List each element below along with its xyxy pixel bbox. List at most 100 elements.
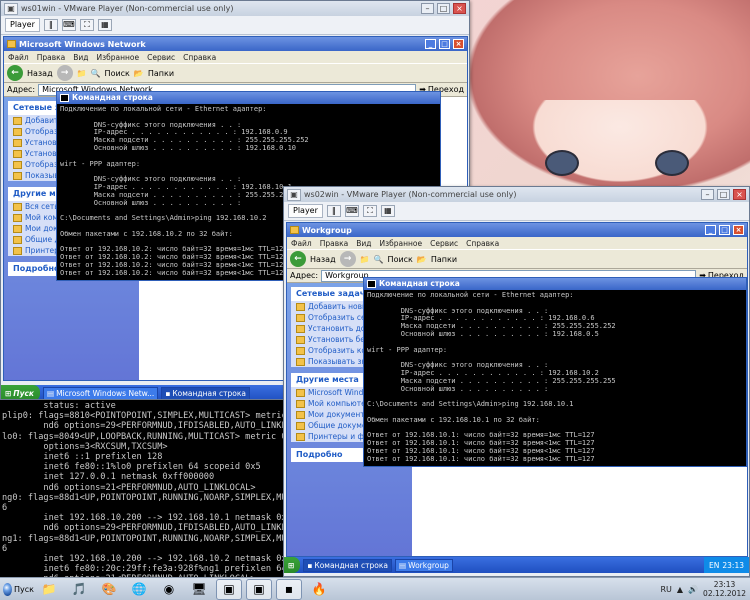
terminal-output[interactable]: status: active plip0: flags=8810<POINTOP… bbox=[0, 400, 283, 577]
close-button[interactable]: × bbox=[453, 3, 466, 14]
pause-icon[interactable]: ‖ bbox=[43, 19, 58, 31]
vm-titlebar[interactable]: ▣ ws02win - VMware Player (Non-commercia… bbox=[284, 187, 749, 202]
minimize-button[interactable]: _ bbox=[705, 225, 716, 235]
menu-edit[interactable]: Правка bbox=[37, 53, 66, 62]
minimize-button[interactable]: _ bbox=[425, 39, 436, 49]
firefox-icon[interactable]: 🔥 bbox=[306, 579, 332, 600]
fullscreen-icon[interactable]: ⛶ bbox=[362, 205, 377, 217]
taskbar-button[interactable]: ▤ Workgroup bbox=[395, 558, 453, 572]
cmd-titlebar[interactable]: Командная строка bbox=[364, 278, 746, 290]
clock[interactable]: 23:13 bbox=[722, 561, 744, 570]
folders-icon[interactable]: 📂 bbox=[134, 69, 144, 78]
minimize-button[interactable]: – bbox=[701, 189, 714, 200]
clock[interactable]: 23:13 02.12.2012 bbox=[703, 580, 746, 598]
cmd-title: Командная строка bbox=[379, 279, 460, 288]
vm-window-ws02[interactable]: ▣ ws02win - VMware Player (Non-commercia… bbox=[283, 186, 750, 577]
menu-help[interactable]: Справка bbox=[183, 53, 216, 62]
language-indicator[interactable]: EN bbox=[709, 561, 719, 570]
cmd-icon[interactable]: ▪ bbox=[276, 578, 302, 600]
clock-date: 02.12.2012 bbox=[703, 589, 746, 598]
menu-file[interactable]: Файл bbox=[291, 239, 312, 248]
taskbar-button[interactable]: ▪ Командная строка bbox=[161, 386, 250, 399]
pause-icon[interactable]: ‖ bbox=[326, 205, 341, 217]
search-icon[interactable]: 🔍 bbox=[374, 255, 384, 264]
back-arrow-icon[interactable]: ← bbox=[7, 65, 23, 81]
maximize-button[interactable]: □ bbox=[437, 3, 450, 14]
chrome-icon[interactable]: ◉ bbox=[156, 579, 182, 600]
paint-icon[interactable]: 🎨 bbox=[96, 579, 122, 600]
folders-button[interactable]: Папки bbox=[431, 255, 457, 264]
folder-icon[interactable]: 📁 bbox=[36, 579, 62, 600]
menu-bar: Файл Правка Вид Избранное Сервис Справка bbox=[287, 237, 747, 249]
search-button[interactable]: Поиск bbox=[388, 255, 413, 264]
vmware-icon[interactable]: ▣ bbox=[216, 578, 242, 600]
back-button[interactable]: Назад bbox=[310, 255, 336, 264]
globe-icon[interactable]: 🌐 bbox=[126, 579, 152, 600]
forward-arrow-icon[interactable]: → bbox=[339, 251, 356, 267]
folder-icon bbox=[13, 235, 22, 244]
fullscreen-icon[interactable]: ⛶ bbox=[79, 19, 94, 31]
menu-view[interactable]: Вид bbox=[73, 53, 88, 62]
folders-button[interactable]: Папки bbox=[148, 69, 174, 78]
send-ctrl-alt-del-icon[interactable]: ⌨ bbox=[344, 205, 359, 217]
folder-icon bbox=[296, 421, 305, 430]
player-menu-button[interactable]: Player bbox=[288, 204, 323, 218]
network-icon bbox=[13, 138, 22, 147]
menu-tools[interactable]: Сервис bbox=[147, 53, 175, 62]
explorer-titlebar[interactable]: Microsoft Windows Network _ □ × bbox=[4, 37, 467, 51]
cmd-titlebar[interactable]: Командная строка bbox=[57, 92, 440, 104]
close-button[interactable]: × bbox=[733, 225, 744, 235]
start-button[interactable]: ⊞ Пуск bbox=[1, 385, 40, 399]
unity-icon[interactable]: ▦ bbox=[380, 205, 395, 217]
close-button[interactable]: × bbox=[733, 189, 746, 200]
search-button[interactable]: Поиск bbox=[105, 69, 130, 78]
maximize-button[interactable]: □ bbox=[439, 39, 450, 49]
host-terminal[interactable]: status: active plip0: flags=8810<POINTOP… bbox=[0, 400, 283, 577]
vm-titlebar[interactable]: ▣ ws01win - VMware Player (Non-commercia… bbox=[1, 1, 469, 16]
media-icon[interactable]: 🎵 bbox=[66, 579, 92, 600]
taskbar-button[interactable]: ▪ Командная строка bbox=[303, 558, 393, 572]
start-button[interactable]: ⊞ bbox=[284, 557, 301, 573]
menu-edit[interactable]: Правка bbox=[320, 239, 349, 248]
network-icon bbox=[296, 335, 305, 344]
cmd-output[interactable]: Подключение по локальной сети - Ethernet… bbox=[364, 290, 746, 466]
menu-view[interactable]: Вид bbox=[356, 239, 371, 248]
network-icon bbox=[13, 116, 22, 125]
maximize-button[interactable]: □ bbox=[717, 189, 730, 200]
address-label: Адрес: bbox=[290, 271, 319, 280]
back-button[interactable]: Назад bbox=[27, 69, 53, 78]
volume-icon[interactable]: 🔊 bbox=[688, 585, 698, 594]
start-button[interactable]: Пуск bbox=[0, 579, 34, 600]
place-label: Вся сеть bbox=[25, 202, 59, 211]
player-menu-button[interactable]: Player bbox=[5, 18, 40, 32]
vmware-icon[interactable]: ▣ bbox=[246, 578, 272, 600]
menu-favorites[interactable]: Избранное bbox=[380, 239, 423, 248]
maximize-button[interactable]: □ bbox=[719, 225, 730, 235]
back-arrow-icon[interactable]: ← bbox=[290, 251, 306, 267]
cmd-window[interactable]: Командная строка Подключение по локально… bbox=[363, 277, 747, 467]
remote-icon[interactable]: 🖥 bbox=[186, 579, 212, 600]
forward-arrow-icon[interactable]: → bbox=[56, 65, 73, 81]
menu-tools[interactable]: Сервис bbox=[430, 239, 458, 248]
cmd-icon bbox=[367, 280, 376, 288]
menu-help[interactable]: Справка bbox=[466, 239, 499, 248]
network-tray-icon[interactable]: ▲ bbox=[677, 585, 683, 594]
minimize-button[interactable]: – bbox=[421, 3, 434, 14]
folders-icon[interactable]: 📂 bbox=[417, 255, 427, 264]
unity-icon[interactable]: ▦ bbox=[97, 19, 112, 31]
network-icon bbox=[13, 202, 22, 211]
menu-file[interactable]: Файл bbox=[8, 53, 29, 62]
up-folder-icon[interactable]: 📁 bbox=[77, 69, 87, 78]
network-icon bbox=[13, 149, 22, 158]
place-label: Мои документы bbox=[308, 410, 371, 419]
system-tray: RU ▲ 🔊 23:13 02.12.2012 bbox=[661, 580, 750, 598]
computer-icon bbox=[13, 213, 22, 222]
up-folder-icon[interactable]: 📁 bbox=[360, 255, 370, 264]
menu-favorites[interactable]: Избранное bbox=[97, 53, 140, 62]
send-ctrl-alt-del-icon[interactable]: ⌨ bbox=[61, 19, 76, 31]
explorer-titlebar[interactable]: Workgroup _ □ × bbox=[287, 223, 747, 237]
language-indicator[interactable]: RU bbox=[661, 585, 672, 594]
close-button[interactable]: × bbox=[453, 39, 464, 49]
taskbar-button[interactable]: ▤ Microsoft Windows Netw... bbox=[43, 386, 159, 399]
search-icon[interactable]: 🔍 bbox=[91, 69, 101, 78]
